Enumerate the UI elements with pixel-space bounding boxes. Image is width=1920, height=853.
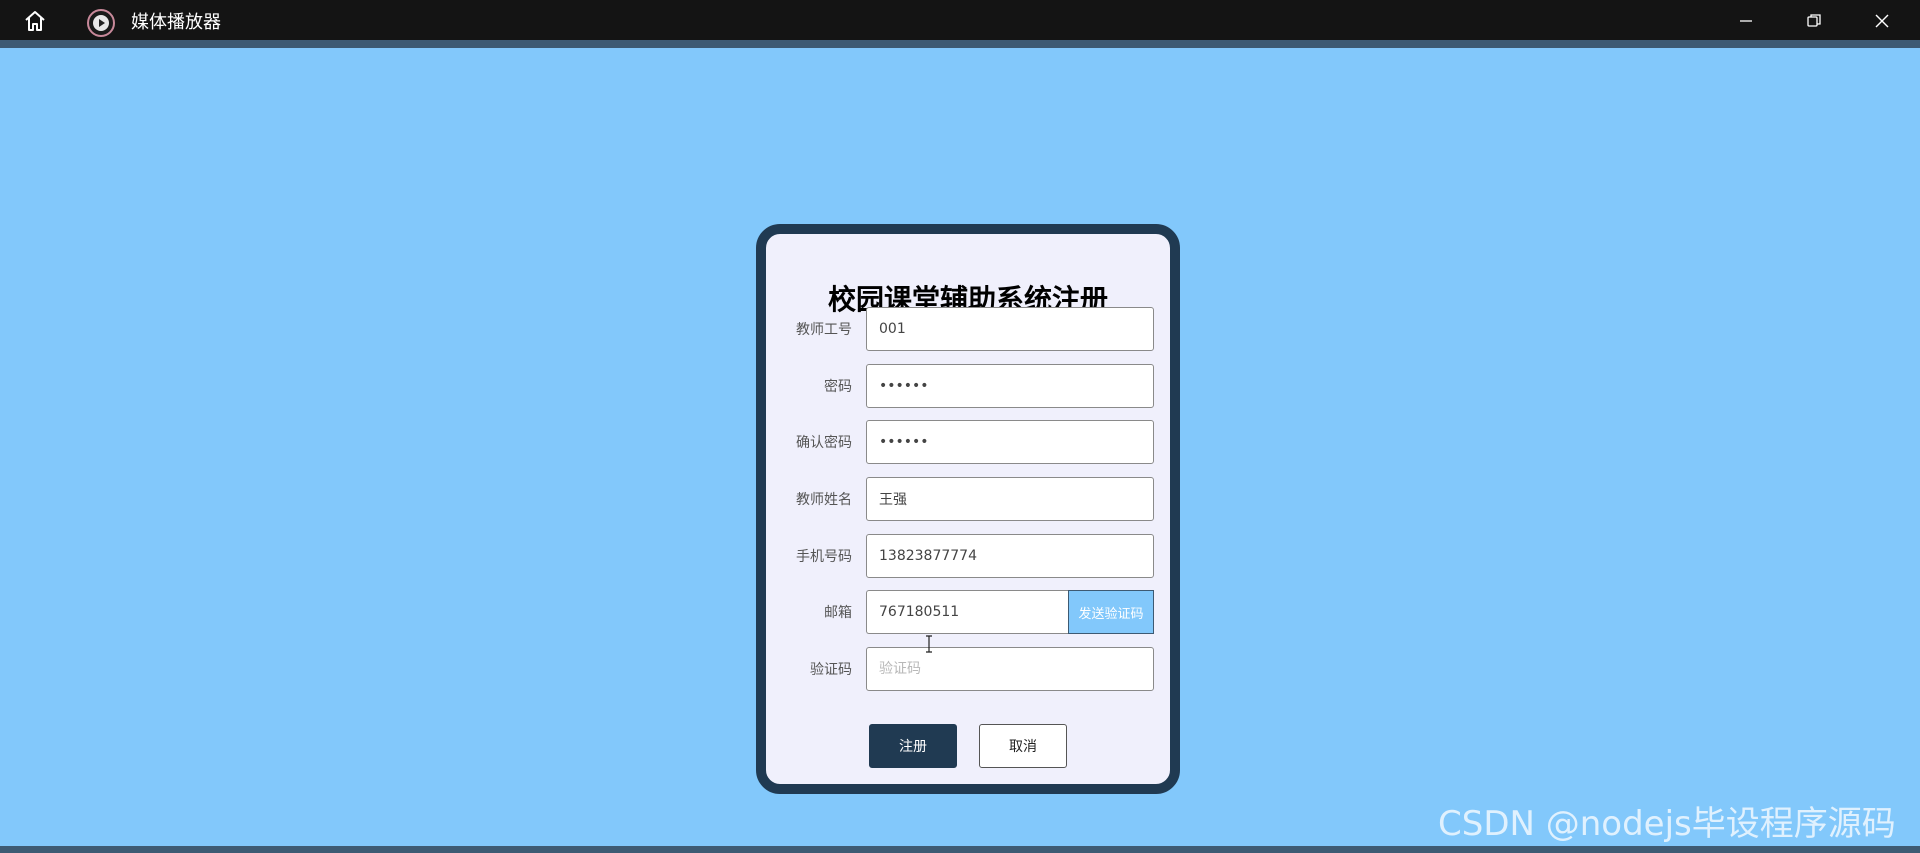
form-row-password: 密码 (766, 364, 1170, 410)
minimize-icon (1738, 13, 1754, 33)
form-row-email: 邮箱 发送验证码 (766, 590, 1170, 636)
verification-code-input[interactable] (866, 647, 1154, 691)
register-card: 校园课堂辅助系统注册 教师工号 密码 确认密码 教师姓名 手机号码 邮箱 发送验… (756, 224, 1180, 794)
form-row-teacher-name: 教师姓名 (766, 477, 1170, 523)
watermark: CSDN @nodejs毕设程序源码 (1438, 804, 1896, 844)
play-icon (87, 9, 115, 37)
form-row-teacher-id: 教师工号 (766, 307, 1170, 353)
confirm-password-label: 确认密码 (796, 435, 852, 451)
verification-code-label: 验证码 (810, 662, 852, 678)
form-row-phone: 手机号码 (766, 534, 1170, 580)
bottom-divider (0, 846, 1920, 853)
form-row-verification-code: 验证码 (766, 647, 1170, 693)
form-row-confirm-password: 确认密码 (766, 420, 1170, 466)
text-cursor-icon (924, 635, 934, 653)
email-label: 邮箱 (824, 605, 852, 621)
top-divider (0, 40, 1920, 48)
password-label: 密码 (824, 379, 852, 395)
cancel-button[interactable]: 取消 (979, 724, 1067, 768)
home-button[interactable] (20, 10, 50, 36)
teacher-id-input[interactable] (866, 307, 1154, 351)
close-icon (1874, 13, 1890, 33)
phone-input[interactable] (866, 534, 1154, 578)
teacher-name-input[interactable] (866, 477, 1154, 521)
confirm-password-input[interactable] (866, 420, 1154, 464)
password-input[interactable] (866, 364, 1154, 408)
home-icon (22, 8, 48, 38)
restore-icon (1806, 13, 1822, 33)
email-input[interactable] (866, 590, 1068, 634)
phone-label: 手机号码 (796, 549, 852, 565)
send-code-button[interactable]: 发送验证码 (1068, 590, 1154, 634)
title-bar: 媒体播放器 (0, 0, 1920, 40)
form-actions: 注册 取消 (766, 724, 1170, 770)
teacher-name-label: 教师姓名 (796, 492, 852, 508)
register-button[interactable]: 注册 (869, 724, 957, 768)
window-title: 媒体播放器 (131, 12, 221, 33)
teacher-id-label: 教师工号 (796, 322, 852, 338)
